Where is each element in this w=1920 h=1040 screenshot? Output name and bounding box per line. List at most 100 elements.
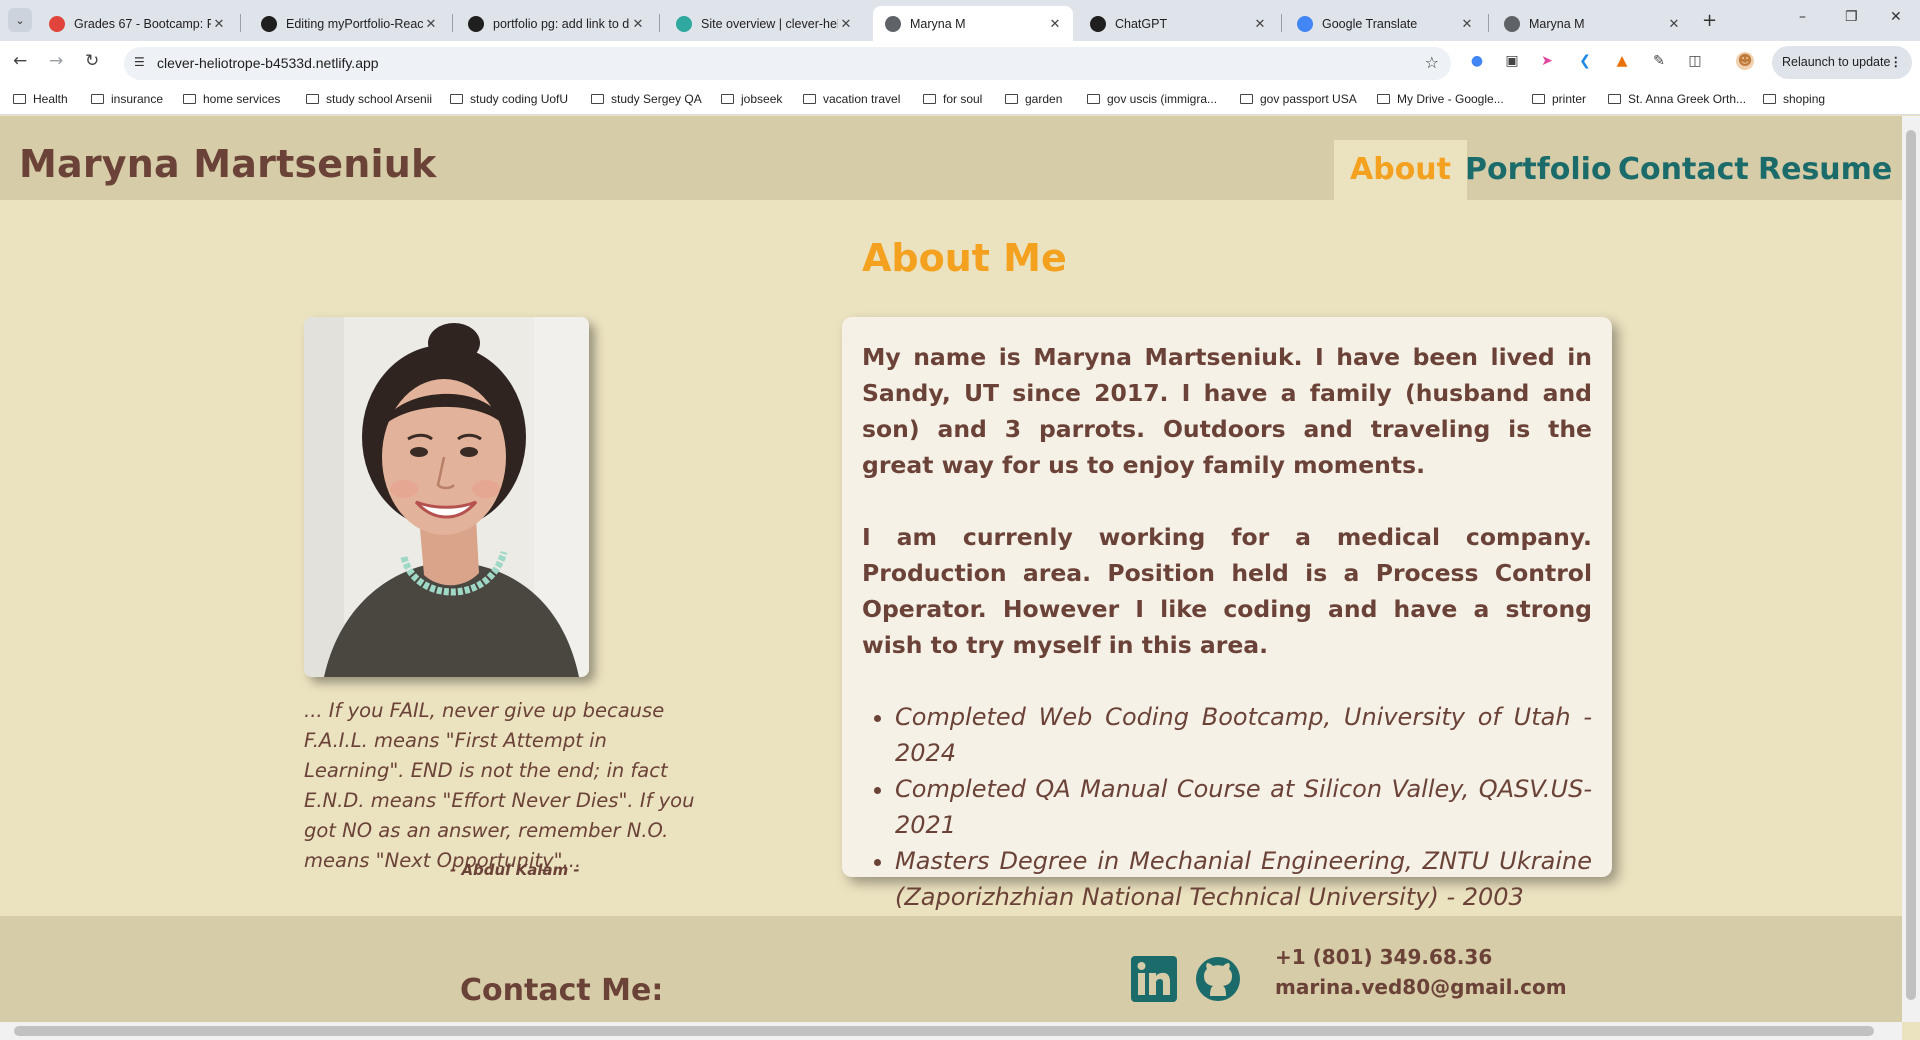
folder-icon [1608, 94, 1621, 104]
vscode-icon[interactable]: ❮ [1576, 52, 1594, 70]
linkedin-icon[interactable] [1131, 956, 1177, 1002]
folder-icon [1087, 94, 1100, 104]
relaunch-button[interactable]: Relaunch to update ⋮ [1772, 46, 1912, 79]
chatgpt-icon [1090, 15, 1106, 32]
site-info-icon[interactable]: ☰ [134, 55, 145, 69]
about-title: About Me [862, 236, 1067, 280]
contact-email[interactable]: marina.ved80@gmail.com [1275, 975, 1567, 999]
browser-tab[interactable]: Editing myPortfolio-React ✕ [249, 6, 449, 41]
bookmark-item[interactable]: Health [13, 92, 68, 106]
nav-about[interactable]: About [1334, 140, 1468, 200]
browser-tab[interactable]: Grades 67 - Bootcamp: FS ✕ [37, 6, 237, 41]
vertical-scrollbar[interactable] [1902, 116, 1920, 1022]
nav-contact[interactable]: Contact [1602, 140, 1765, 200]
url-text: clever-heliotrope-b4533d.netlify.app [157, 55, 379, 71]
tab-separator [240, 14, 241, 32]
forward-button[interactable]: → [49, 51, 63, 71]
bookmark-item[interactable]: gov passport USA [1240, 92, 1357, 106]
browser-tab[interactable]: ChatGPT ✕ [1078, 6, 1278, 41]
close-tab-icon[interactable]: ✕ [423, 16, 439, 32]
quote-author: - Abdul Kalam - [450, 861, 580, 879]
bookmark-item[interactable]: study coding UofU [450, 92, 568, 106]
about-paragraph-2: I am currenly working for a medical comp… [862, 523, 1592, 659]
back-button[interactable]: ← [13, 51, 27, 71]
browser-tab[interactable]: Maryna M ✕ [873, 6, 1073, 41]
extension-icon[interactable]: ▲ [1613, 52, 1631, 70]
bookmark-star-icon[interactable]: ☆ [1425, 53, 1439, 72]
tab-separator [659, 14, 660, 32]
tab-separator [1488, 14, 1489, 32]
close-tab-icon[interactable]: ✕ [1459, 16, 1475, 32]
bookmark-item[interactable]: study Sergey QA [591, 92, 702, 106]
extension-icon[interactable]: ➤ [1538, 52, 1556, 70]
browser-tab-strip: ⌄ Grades 67 - Bootcamp: FS ✕ Editing myPor… [0, 0, 1920, 41]
bookmark-item[interactable]: St. Anna Greek Orth... [1608, 92, 1746, 106]
edit-icon[interactable]: ✎ [1650, 52, 1668, 70]
translate-icon [1297, 15, 1313, 32]
bookmark-item[interactable]: garden [1005, 92, 1062, 106]
bookmark-item[interactable]: My Drive - Google... [1377, 92, 1504, 106]
bookmark-label: study coding UofU [470, 92, 569, 106]
tab-title: ChatGPT [1115, 16, 1168, 31]
tab-title: Maryna M [1529, 16, 1585, 31]
tab-search-button[interactable]: ⌄ [8, 8, 32, 32]
scroll-thumb[interactable] [14, 1026, 1874, 1036]
bookmark-item[interactable]: vacation travel [803, 92, 900, 106]
github-icon[interactable] [1195, 956, 1241, 1002]
canvas-icon [49, 15, 65, 32]
address-bar[interactable]: ☰ clever-heliotrope-b4533d.netlify.app ☆ [124, 47, 1451, 80]
folder-icon [13, 94, 26, 104]
bookmark-item[interactable]: printer [1532, 92, 1586, 106]
contact-phone[interactable]: +1 (801) 349.68.36 [1275, 945, 1492, 969]
bookmark-item[interactable]: for soul [923, 92, 982, 106]
motivational-quote: ... If you FAIL, never give up because F… [304, 699, 695, 872]
browser-tab[interactable]: Google Translate ✕ [1285, 6, 1485, 41]
education-item: Masters Degree in Mechanial Engineering,… [895, 843, 1592, 915]
close-tab-icon[interactable]: ✕ [211, 16, 227, 32]
bookmark-item[interactable]: shoping [1763, 92, 1825, 106]
browser-tab[interactable]: Maryna M ✕ [1492, 6, 1692, 41]
education-item: Completed Web Coding Bootcamp, Universit… [895, 699, 1592, 771]
nav-portfolio[interactable]: Portfolio [1449, 140, 1628, 200]
close-window-button[interactable]: ✕ [1890, 9, 1902, 25]
folder-icon [721, 94, 734, 104]
browser-toolbar: ← → ↻ ☰ clever-heliotrope-b4533d.netlify… [0, 41, 1920, 85]
restore-button[interactable]: ❐ [1845, 9, 1858, 25]
minimize-button[interactable]: – [1799, 9, 1806, 25]
bookmark-item[interactable]: jobseek [721, 92, 782, 106]
site-name[interactable]: Maryna Martseniuk [19, 142, 436, 186]
bookmarks-bar: Health insurance home services study school… [0, 85, 1920, 115]
more-menu-icon[interactable]: ⋮ [1890, 46, 1903, 79]
close-tab-icon[interactable]: ✕ [1666, 16, 1682, 32]
folder-icon [1532, 94, 1545, 104]
browser-tab[interactable]: portfolio pg: add link to d ✕ [456, 6, 656, 41]
extension-icon[interactable]: ▣ [1503, 52, 1521, 70]
nav-resume[interactable]: Resume [1742, 140, 1902, 200]
bookmark-item[interactable]: insurance [91, 92, 163, 106]
bookmark-item[interactable]: home services [183, 92, 280, 106]
tab-separator [1281, 14, 1282, 32]
page-viewport: Maryna Martseniuk About Portfolio Contac… [0, 116, 1902, 1022]
close-tab-icon[interactable]: ✕ [838, 16, 854, 32]
new-tab-button[interactable]: + [1702, 10, 1717, 31]
bookmark-label: for soul [943, 92, 983, 106]
bookmark-label: printer [1552, 92, 1587, 106]
folder-icon [591, 94, 604, 104]
reload-button[interactable]: ↻ [85, 51, 99, 71]
tab-title: Editing myPortfolio-React [286, 16, 423, 31]
bookmark-item[interactable]: study school Arsenii [306, 92, 432, 106]
browser-tab[interactable]: Site overview | clever-heli ✕ [664, 6, 864, 41]
bookmark-label: home services [203, 92, 281, 106]
bookmark-label: shoping [1783, 92, 1826, 106]
extension-icon[interactable]: ● [1468, 52, 1486, 70]
scroll-thumb[interactable] [1906, 130, 1916, 1000]
bookmark-item[interactable]: gov uscis (immigra... [1087, 92, 1217, 106]
profile-avatar[interactable]: ☻ [1736, 52, 1754, 70]
horizontal-scrollbar[interactable] [0, 1022, 1902, 1040]
close-tab-icon[interactable]: ✕ [630, 16, 646, 32]
folder-icon [923, 94, 936, 104]
close-tab-icon[interactable]: ✕ [1047, 16, 1063, 32]
extensions-puzzle-icon[interactable]: ◫ [1686, 52, 1704, 70]
close-tab-icon[interactable]: ✕ [1252, 16, 1268, 32]
education-list: Completed Web Coding Bootcamp, Universit… [895, 699, 1592, 915]
